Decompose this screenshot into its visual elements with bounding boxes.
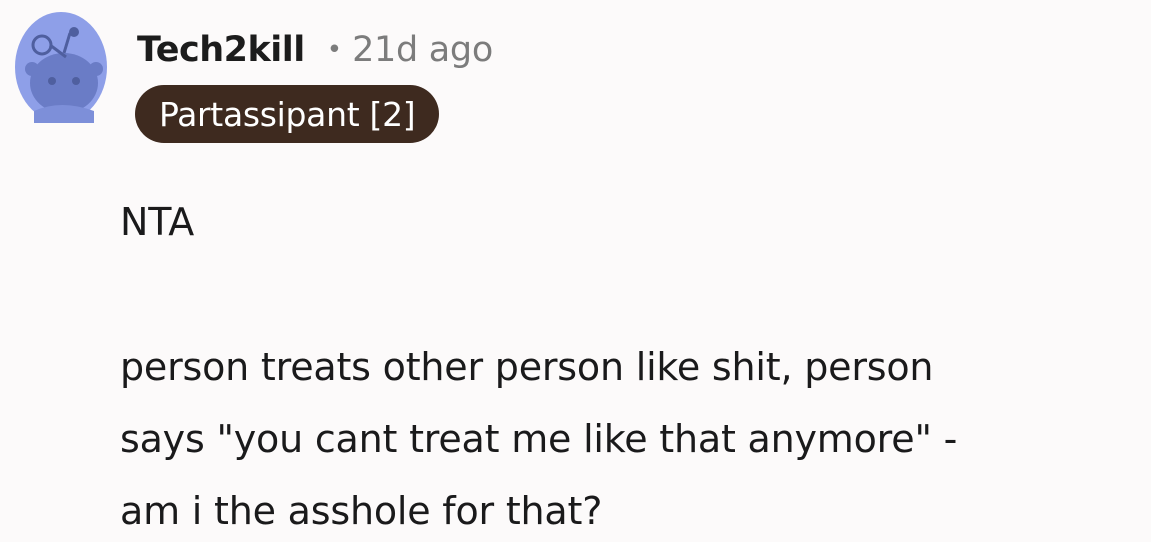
snoo-avatar-icon: [15, 12, 107, 123]
user-flair-badge: Partassipant [2]: [135, 85, 440, 143]
separator-dot: •: [326, 35, 343, 65]
comment-paragraph: NTA: [120, 200, 195, 244]
comment-line: am i the asshole for that?: [120, 489, 603, 533]
avatar[interactable]: [14, 11, 108, 123]
flair-label: Partassipant [2]: [159, 94, 416, 134]
comment-body: NTA person treats other person like shit…: [120, 186, 1140, 542]
comment-line: says "you cant treat me like that anymor…: [120, 417, 958, 461]
timestamp-link[interactable]: 21d ago: [352, 30, 493, 70]
comment-header: Tech2kill • 21d ago: [137, 22, 493, 78]
username-link[interactable]: Tech2kill: [137, 30, 305, 70]
comment-line: person treats other person like shit, pe…: [120, 345, 934, 389]
